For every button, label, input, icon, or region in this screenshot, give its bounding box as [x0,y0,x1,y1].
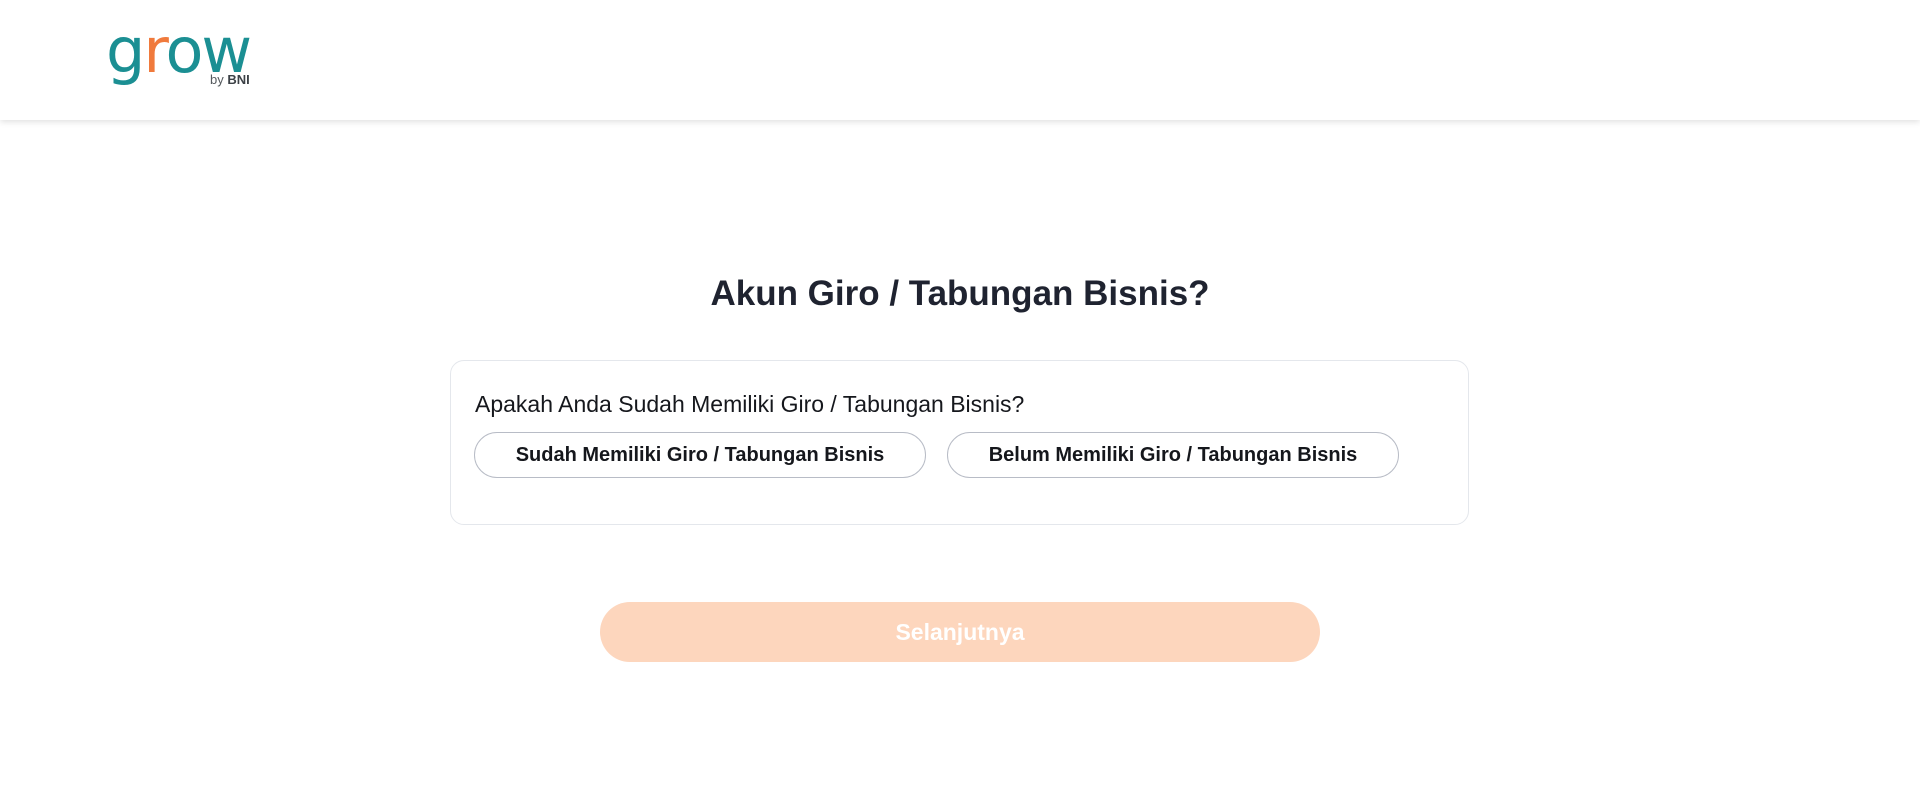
logo-subtitle: by BNI [210,72,250,87]
logo-letter-g: g [106,14,145,87]
question-card: Apakah Anda Sudah Memiliki Giro / Tabung… [450,360,1469,525]
logo-letter-r: r [143,14,167,87]
next-button[interactable]: Selanjutnya [600,602,1320,662]
option-already-have-account[interactable]: Sudah Memiliki Giro / Tabungan Bisnis [474,432,926,478]
logo-sub-prefix: by [210,72,228,87]
app-header: grow by BNI [0,0,1920,120]
page-title: Akun Giro / Tabungan Bisnis? [710,274,1210,313]
question-label: Apakah Anda Sudah Memiliki Giro / Tabung… [475,391,1025,417]
grow-by-bni-logo[interactable]: grow by BNI [106,20,266,92]
option-not-yet-have-account[interactable]: Belum Memiliki Giro / Tabungan Bisnis [947,432,1399,478]
logo-sub-brand: BNI [227,72,250,87]
